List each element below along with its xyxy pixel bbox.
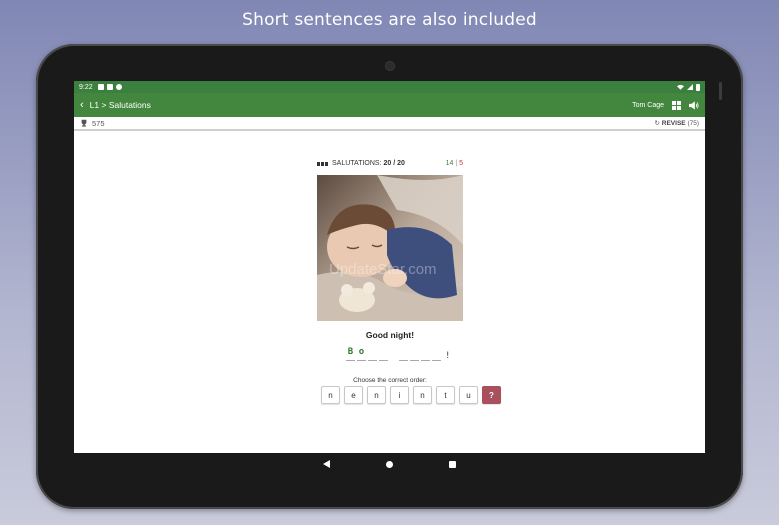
letter-tile[interactable]: u (459, 386, 478, 404)
system-nav-bar (74, 453, 705, 475)
answer-letter (421, 347, 430, 361)
revise-button[interactable]: ↻ REVISE (75) (655, 119, 699, 127)
app-screen: 9:22 ‹ L1 > Salutations Tom Cage 575 ↻ R… (74, 81, 705, 453)
battery-icon (696, 83, 700, 91)
answer-letter (399, 347, 408, 361)
letter-tile[interactable]: n (321, 386, 340, 404)
hint-button[interactable]: ? (482, 386, 501, 404)
letter-tiles: n e n i n t u ? (321, 386, 501, 404)
signal-icon (687, 84, 693, 90)
trophy-icon (81, 119, 87, 127)
letter-tile[interactable]: t (436, 386, 455, 404)
lesson-bars-icon (317, 161, 328, 166)
side-button (719, 82, 722, 100)
answer-letter (432, 347, 441, 361)
correct-count: 14 (445, 160, 454, 167)
status-bar: 9:22 (74, 81, 705, 93)
sleeping-child-image (317, 175, 463, 321)
answer-letter (368, 347, 377, 361)
score-bar: 575 ↻ REVISE (75) (74, 117, 705, 131)
app-bar: ‹ L1 > Salutations Tom Cage (74, 93, 705, 117)
notification-icon (106, 84, 113, 90)
letter-tile[interactable]: n (367, 386, 386, 404)
lesson-title-prefix: SALUTATIONS: (332, 160, 382, 167)
target-phrase: Good night! (365, 330, 415, 340)
refresh-icon: ↻ (654, 120, 660, 127)
nav-recents-icon[interactable] (449, 460, 456, 468)
answer-letter (379, 347, 388, 361)
notification-icon (97, 84, 104, 90)
status-time: 9:22 (79, 83, 93, 91)
revise-label: REVISE (661, 120, 686, 127)
answer-letter (410, 347, 419, 361)
answer-letter: B (346, 347, 355, 361)
app-bar-actions: Tom Cage (632, 100, 699, 110)
lesson-score: 14 | 5 (446, 160, 463, 167)
wrong-count: 5 (459, 160, 463, 167)
letter-tile[interactable]: n (413, 386, 432, 404)
answer-slots: B o ! (346, 347, 450, 361)
nav-home-icon[interactable] (386, 460, 393, 468)
exercise-photo: UpdateStar.com (317, 175, 463, 321)
score-separator: | (455, 160, 458, 167)
wifi-icon (677, 84, 684, 90)
letter-tile[interactable]: e (344, 386, 363, 404)
photo-watermark: UpdateStar.com (329, 261, 437, 278)
letter-tile[interactable]: i (390, 386, 409, 404)
score-value: 575 (92, 118, 105, 128)
answer-punctuation: ! (445, 351, 451, 361)
status-system-icons (677, 83, 700, 91)
promo-banner: Short sentences are also included (242, 10, 537, 30)
answer-letter: o (357, 347, 366, 361)
lesson-title-progress: 20 / 20 (383, 160, 405, 167)
nav-back-icon[interactable] (323, 460, 330, 468)
camera-icon (385, 61, 395, 71)
chevron-left-icon[interactable]: ‹ (80, 99, 84, 111)
lesson-header: SALUTATIONS: 20 / 20 14 | 5 (317, 160, 463, 167)
notification-icon (115, 84, 122, 90)
user-name[interactable]: Tom Cage (632, 102, 664, 109)
status-notification-icons (97, 84, 122, 90)
breadcrumb[interactable]: L1 > Salutations (90, 100, 151, 110)
speaker-icon[interactable] (689, 100, 699, 110)
instruction-text: Choose the correct order: (353, 377, 427, 384)
grid-icon[interactable] (672, 100, 681, 110)
revise-count: (75) (687, 120, 699, 127)
